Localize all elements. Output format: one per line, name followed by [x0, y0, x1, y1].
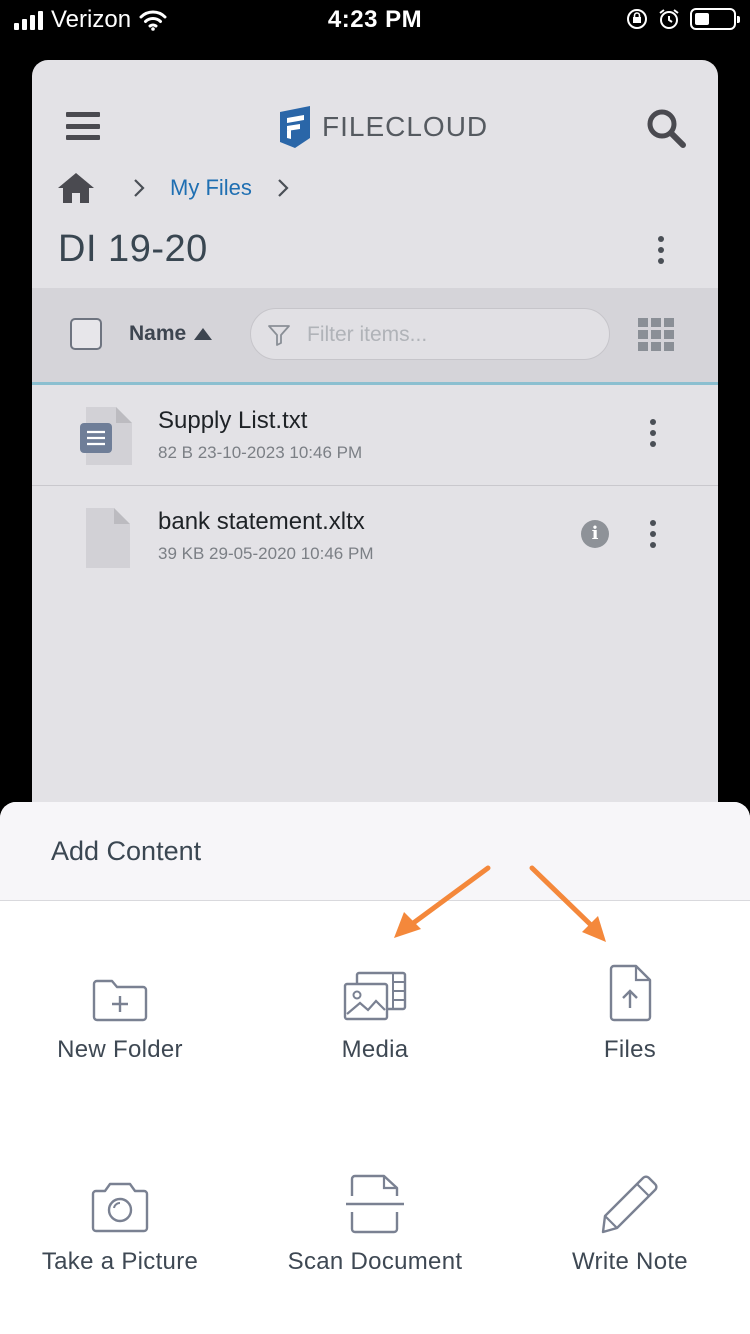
folder-more-icon[interactable]: [658, 236, 664, 264]
sort-label: Name: [129, 322, 187, 345]
app-card: FILECLOUD My Files DI 19-20 Name Filter …: [32, 60, 718, 820]
media-button[interactable]: Media: [250, 952, 500, 1064]
search-icon[interactable]: [644, 106, 688, 150]
pencil-icon: [601, 1175, 658, 1234]
chevron-right-icon: [134, 179, 145, 197]
file-more-icon[interactable]: [650, 520, 656, 548]
breadcrumb: My Files: [56, 168, 292, 208]
files-button[interactable]: Files: [505, 952, 750, 1064]
file-name[interactable]: bank statement.xltx: [158, 508, 365, 536]
file-more-icon[interactable]: [650, 419, 656, 447]
new-folder-label: New Folder: [57, 1036, 183, 1063]
scan-icon: [346, 1174, 404, 1234]
file-name[interactable]: Supply List.txt: [158, 407, 307, 435]
folder-plus-icon: [92, 979, 148, 1022]
filter-input[interactable]: [305, 309, 599, 361]
filter-box[interactable]: [250, 308, 610, 361]
page-title: DI 19-20: [58, 228, 208, 270]
files-label: Files: [603, 1036, 657, 1063]
camera-icon: [91, 1182, 149, 1233]
write-note-label: Write Note: [572, 1248, 688, 1275]
take-picture-button[interactable]: Take a Picture: [0, 1164, 245, 1276]
status-bar: Verizon 4:23 PM: [0, 0, 750, 40]
brand-wordmark: FILECLOUD: [322, 111, 489, 142]
media-icon: [343, 971, 407, 1021]
take-picture-label: Take a Picture: [41, 1248, 199, 1275]
brand-logo: FILECLOUD: [278, 104, 488, 150]
file-row[interactable]: bank statement.xltx 39 KB 29-05-2020 10:…: [32, 486, 718, 586]
file-meta: 39 KB 29-05-2020 10:46 PM: [158, 544, 374, 563]
sheet-title: Add Content: [51, 836, 202, 866]
breadcrumb-my-files[interactable]: My Files: [170, 175, 252, 201]
text-file-icon: [80, 407, 132, 465]
file-upload-icon: [609, 964, 652, 1022]
menu-icon[interactable]: [66, 112, 100, 140]
filter-icon: [268, 325, 290, 346]
write-note-button[interactable]: Write Note: [505, 1164, 750, 1276]
generic-file-icon: [86, 508, 130, 568]
new-folder-button[interactable]: New Folder: [0, 952, 245, 1064]
info-icon[interactable]: i: [581, 520, 609, 548]
scan-document-label: Scan Document: [287, 1248, 463, 1275]
rotation-lock-icon: [627, 9, 647, 29]
battery-icon: [690, 8, 740, 30]
grid-view-icon[interactable]: [638, 318, 674, 351]
sheet-header: Add Content: [0, 802, 750, 901]
chevron-right-icon: [278, 179, 289, 197]
select-all-checkbox[interactable]: [70, 318, 102, 350]
status-right: [626, 8, 740, 30]
file-row[interactable]: Supply List.txt 82 B 23-10-2023 10:46 PM: [32, 385, 718, 486]
scan-document-button[interactable]: Scan Document: [250, 1164, 500, 1276]
filecloud-logo-icon: [280, 106, 310, 148]
list-toolbar: Name: [32, 288, 718, 385]
media-label: Media: [341, 1036, 409, 1063]
sort-ascending-icon: [194, 328, 213, 340]
sort-by-name[interactable]: Name: [129, 322, 213, 346]
alarm-icon: [659, 9, 679, 29]
file-meta: 82 B 23-10-2023 10:46 PM: [158, 443, 363, 462]
add-content-sheet: Add Content New Folder Media Files Take …: [0, 802, 750, 1334]
home-icon[interactable]: [56, 171, 96, 205]
